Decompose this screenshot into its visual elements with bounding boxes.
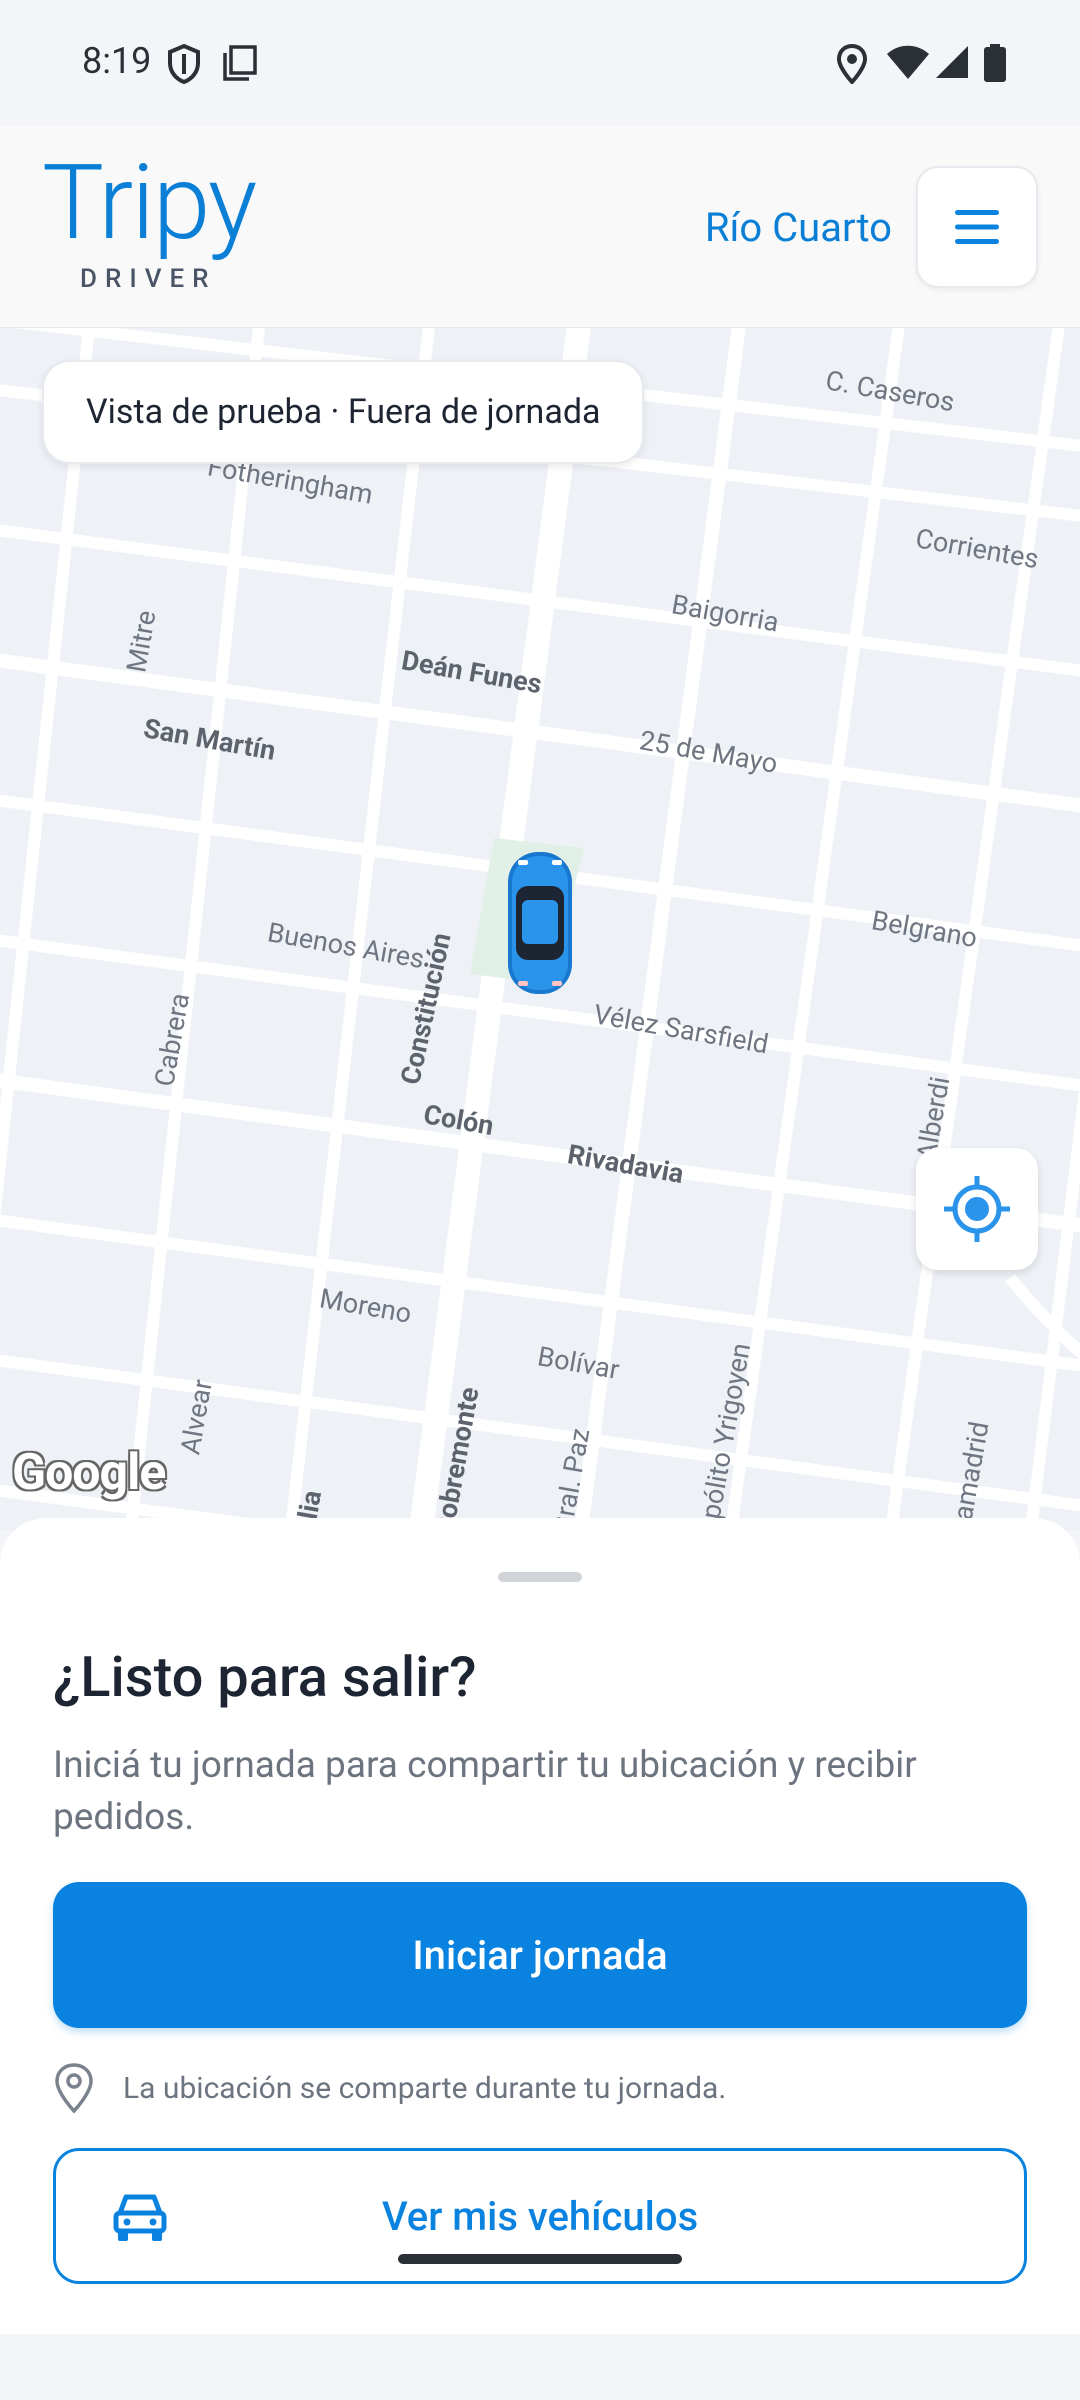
start-shift-button[interactable]: Iniciar jornada xyxy=(53,1882,1027,2028)
sheet-title: ¿Listo para salir? xyxy=(53,1644,477,1710)
car-marker-icon xyxy=(508,852,572,994)
logo-text: Tripy xyxy=(42,143,257,264)
menu-button[interactable] xyxy=(916,166,1038,288)
crosshair-icon xyxy=(944,1176,1010,1242)
home-indicator[interactable] xyxy=(398,2254,682,2264)
status-bar: 8:19 xyxy=(0,0,1080,126)
map-view[interactable]: C. Caseros Fotheringham Corrientes Baigo… xyxy=(0,328,1080,1530)
logo-subtitle: DRIVER xyxy=(80,264,217,294)
app-header: Tripy DRIVER Río Cuarto xyxy=(0,126,1080,328)
city-selector[interactable]: Río Cuarto xyxy=(705,204,892,251)
screenshot-icon xyxy=(223,45,257,81)
my-location-button[interactable] xyxy=(916,1148,1038,1270)
battery-icon xyxy=(984,44,1006,82)
location-note: La ubicación se comparte durante tu jorn… xyxy=(53,2060,726,2116)
shield-icon xyxy=(168,44,200,84)
signal-icon xyxy=(936,46,968,78)
location-pin-icon xyxy=(55,2063,93,2114)
status-time: 8:19 xyxy=(82,40,152,82)
sheet-handle[interactable] xyxy=(498,1572,582,1582)
navigation-bar xyxy=(0,2334,1080,2400)
google-attribution: Google xyxy=(12,1444,166,1502)
wifi-icon xyxy=(887,45,929,79)
hamburger-icon xyxy=(955,210,999,244)
car-icon xyxy=(113,2194,167,2241)
sheet-description: Iniciá tu jornada para compartir tu ubic… xyxy=(53,1744,917,1839)
test-mode-badge: Vista de prueba · Fuera de jornada xyxy=(42,360,645,464)
view-vehicles-label: Ver mis vehículos xyxy=(381,2192,699,2240)
location-note-text: La ubicación se comparte durante tu jorn… xyxy=(123,2070,727,2106)
start-shift-label: Iniciar jornada xyxy=(412,1931,668,1979)
location-status-icon xyxy=(836,44,868,84)
bottom-sheet: ¿Listo para salir? Iniciá tu jornada par… xyxy=(0,1518,1080,2334)
